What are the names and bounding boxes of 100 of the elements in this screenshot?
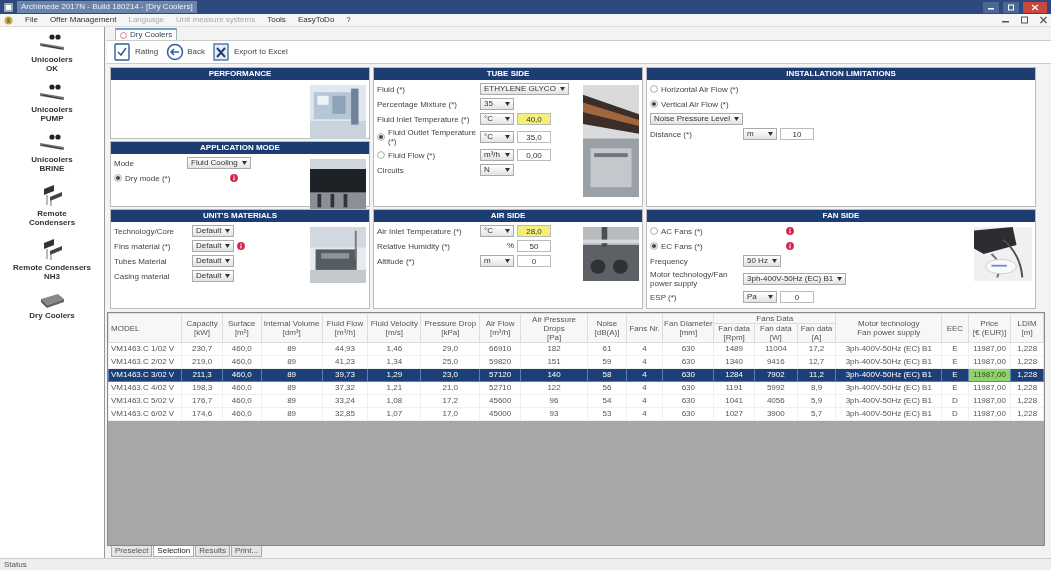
minimize-icon[interactable]	[983, 1, 999, 13]
input-field[interactable]: 0,00	[517, 149, 551, 161]
toolbar-button[interactable]: Export to Excel	[211, 42, 289, 62]
dropdown[interactable]: Noise Pressure Level	[650, 113, 744, 125]
table-cell: 3ph-400V-50Hz (EC) B1	[835, 342, 942, 356]
table-cell: 96	[520, 394, 588, 408]
table-cell: 89	[261, 342, 323, 356]
bottom-tab[interactable]: Results	[195, 546, 230, 557]
toolbar-button[interactable]: Rating	[113, 42, 160, 62]
input-field[interactable]: 40,0	[517, 113, 551, 125]
dropdown[interactable]: °C	[480, 131, 514, 143]
column-header[interactable]: Fans Data	[713, 313, 836, 324]
status-text: Status	[4, 558, 27, 570]
column-header[interactable]: EEC	[941, 313, 969, 343]
column-header[interactable]: Internal Volume [dm³]	[261, 313, 323, 343]
table-cell: 58	[587, 368, 627, 382]
table-cell: 4	[626, 407, 663, 421]
table-cell: 1,08	[367, 394, 421, 408]
dropdown[interactable]: 3ph-400V-50Hz (EC) B1	[743, 273, 847, 285]
input-field[interactable]: 0	[780, 291, 814, 303]
dropdown[interactable]: Pa	[743, 291, 777, 303]
column-header[interactable]: Price [€ (EUR)]	[968, 313, 1011, 343]
panel-header: UNIT'S MATERIALS	[111, 210, 369, 222]
bottom-tab[interactable]: Preselect	[111, 546, 153, 557]
dropdown[interactable]: ETHYLENE GLYCO	[480, 83, 569, 95]
dropdown[interactable]: °C	[480, 113, 514, 125]
dropdown[interactable]: Default	[192, 240, 235, 252]
dropdown[interactable]: Fluid Cooling	[187, 157, 251, 169]
sidebar-item[interactable]: Dry Coolers	[29, 311, 75, 320]
column-header[interactable]: Fluid Velocity [m/s]	[367, 313, 421, 343]
caret-icon	[505, 102, 510, 106]
column-header[interactable]: Air Pressure Drops [Pa]	[520, 313, 588, 343]
column-header[interactable]: Fans Nr.	[626, 313, 663, 343]
maximize-icon[interactable]	[1003, 1, 1019, 13]
dropdown[interactable]: 50 Hz	[743, 255, 781, 267]
dropdown[interactable]: Default	[192, 270, 235, 282]
input-field[interactable]: 50	[517, 240, 551, 252]
dropdown[interactable]: m	[480, 255, 514, 267]
dropdown[interactable]: °C	[480, 225, 514, 237]
column-header[interactable]: Capacity [kW]	[181, 313, 223, 343]
sidebar-item[interactable]: Unicoolers BRINE	[31, 155, 73, 173]
field-label: Mode	[114, 158, 135, 168]
table-cell: 5,7	[797, 407, 836, 421]
radio-button[interactable]	[377, 151, 385, 159]
app-icon	[4, 15, 13, 25]
sidebar-item[interactable]: Remote Condensers NH3	[13, 263, 91, 281]
field-label: Fluid Flow (*)	[388, 150, 437, 160]
column-header[interactable]: Surface [m²]	[222, 313, 262, 343]
toolbar-button[interactable]: Back	[165, 42, 206, 62]
table-cell: 29,0	[420, 342, 480, 356]
input-field[interactable]: 10	[780, 128, 814, 140]
column-header[interactable]: Noise [dB(A)]	[587, 313, 627, 343]
radio-button[interactable]	[650, 227, 658, 235]
spreadsheet-x-icon	[212, 43, 231, 61]
table-cell: 61	[587, 342, 627, 356]
dropdown[interactable]: m	[743, 128, 777, 140]
unit-label: %	[505, 240, 514, 252]
document-tab[interactable]: Dry Coolers	[115, 28, 178, 40]
field-label: Frequency	[650, 256, 689, 266]
sidebar-item[interactable]: Remote Condensers	[28, 209, 76, 227]
bottom-tab[interactable]: Selection	[153, 546, 195, 557]
column-header[interactable]: MODEL	[108, 313, 182, 343]
menu-item[interactable]: Tools	[267, 14, 286, 26]
radio-button[interactable]	[377, 133, 385, 141]
table-cell: 59	[587, 355, 627, 369]
sidebar-item[interactable]: Unicoolers PUMP	[31, 105, 73, 123]
table-cell: VM1463.C 5/02 V	[108, 394, 182, 408]
radio-button[interactable]	[650, 100, 658, 108]
dropdown[interactable]: m³/h	[480, 149, 514, 161]
input-field[interactable]: 0	[517, 255, 551, 267]
table-cell: 460,0	[222, 368, 262, 382]
bottom-tab[interactable]: Print...	[230, 546, 263, 557]
column-header[interactable]: LDIM [m]	[1010, 313, 1044, 343]
radio-button[interactable]	[650, 85, 658, 93]
sidebar-item[interactable]: Unicoolers OK	[31, 55, 73, 73]
close-icon[interactable]	[1040, 16, 1047, 24]
dropdown[interactable]: N	[480, 164, 514, 176]
field-label: Horizontal Air Flow (*)	[661, 84, 740, 94]
table-cell: 5,9	[797, 394, 836, 408]
menu-item[interactable]: Offer Management	[49, 14, 117, 26]
dropdown[interactable]: Default	[192, 255, 235, 267]
column-header[interactable]: Motor technology Fan power supply	[835, 313, 942, 343]
menu-item[interactable]: ?	[346, 14, 351, 26]
column-header[interactable]: Pressure Drop [kPa]	[420, 313, 480, 343]
input-field[interactable]: 28,0	[517, 225, 551, 237]
radio-button[interactable]	[114, 174, 122, 182]
menu-item[interactable]: EasyToDo	[297, 14, 335, 26]
menu-item[interactable]: File	[25, 14, 38, 26]
maximize-icon[interactable]	[1021, 16, 1028, 24]
column-header[interactable]: Fan Diameter [mm]	[662, 313, 714, 343]
column-header[interactable]: Fluid Flow [m³/h]	[322, 313, 368, 343]
input-field[interactable]: 35,0	[517, 131, 551, 143]
dropdown[interactable]: 35	[480, 98, 514, 110]
table-cell: 1,07	[367, 407, 421, 421]
dropdown[interactable]: Default	[192, 225, 235, 237]
radio-button[interactable]	[650, 242, 658, 250]
column-header[interactable]: Air Flow [m³/h]	[479, 313, 521, 343]
close-icon[interactable]	[1023, 1, 1047, 13]
table-cell: E	[941, 381, 969, 395]
clipboard-check-icon	[114, 43, 132, 61]
